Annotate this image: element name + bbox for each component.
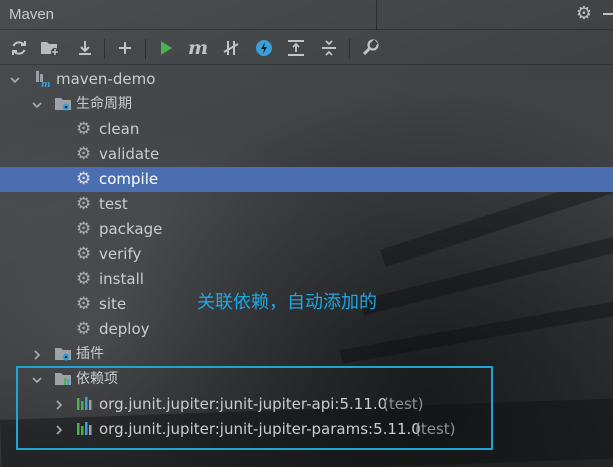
toolbar-divider <box>145 39 146 59</box>
chevron-down-icon[interactable] <box>31 99 43 111</box>
tool-window-title: Maven <box>9 6 55 23</box>
lifecycle-goal[interactable]: ⚙ deploy <box>0 317 613 342</box>
add-project-folder-icon[interactable] <box>39 37 61 59</box>
gear-icon: ⚙ <box>76 119 92 139</box>
chevron-right-icon[interactable] <box>31 349 43 361</box>
gear-icon: ⚙ <box>76 319 92 339</box>
lifecycle-goal[interactable]: ⚙ validate <box>0 142 613 167</box>
gear-icon[interactable]: ⚙ <box>574 4 594 24</box>
collapse-all-icon[interactable] <box>318 37 340 59</box>
maven-module-icon: m <box>36 71 51 88</box>
dependencies-highlight-box <box>16 366 493 450</box>
project-name: maven-demo <box>56 70 156 88</box>
goal-label: validate <box>99 145 160 163</box>
toolbar-divider <box>349 39 350 59</box>
goal-label: test <box>99 195 128 213</box>
execute-goal-icon[interactable]: m <box>187 37 209 59</box>
goal-label: package <box>99 220 163 238</box>
lifecycle-goal[interactable]: ⚙ package <box>0 217 613 242</box>
annotation-text: 关联依赖，自动添加的 <box>197 292 377 313</box>
title-bar: Maven ⚙ <box>0 0 613 30</box>
svg-text:m: m <box>41 80 51 88</box>
lifecycle-label: 生命周期 <box>76 96 132 112</box>
lifecycle-goal[interactable]: ⚙ verify <box>0 242 613 267</box>
gear-icon: ⚙ <box>76 294 92 314</box>
lifecycle-goal[interactable]: ⚙ test <box>0 192 613 217</box>
toggle-skip-tests-icon[interactable] <box>253 37 275 59</box>
plus-icon[interactable] <box>114 37 136 59</box>
gear-icon: ⚙ <box>76 194 92 214</box>
tree-item-plugins[interactable]: 插件 <box>0 342 613 367</box>
folder-gear-icon <box>55 348 71 361</box>
goal-label: compile <box>99 170 159 188</box>
gear-icon: ⚙ <box>76 219 92 239</box>
download-icon[interactable] <box>74 37 96 59</box>
goal-label: site <box>99 295 127 313</box>
minimize-icon[interactable] <box>603 13 613 15</box>
tree-item-lifecycle[interactable]: 生命周期 <box>0 92 613 117</box>
gear-icon: ⚙ <box>76 169 92 189</box>
maven-toolbar: m <box>0 31 613 65</box>
reload-icon[interactable] <box>8 37 30 59</box>
lifecycle-goal[interactable]: ⚙ clean <box>0 117 613 142</box>
lifecycle-goal-selected[interactable]: ⚙ compile <box>0 167 613 192</box>
gear-icon: ⚙ <box>76 244 92 264</box>
folder-gear-icon <box>55 98 71 111</box>
goal-label: install <box>99 270 144 288</box>
show-dependencies-icon[interactable] <box>285 37 307 59</box>
toolbar-divider <box>104 39 105 59</box>
goal-label: clean <box>99 120 140 138</box>
tree-item-project[interactable]: m maven-demo <box>0 67 613 92</box>
goal-label: deploy <box>99 320 150 338</box>
gear-icon: ⚙ <box>76 144 92 164</box>
settings-wrench-icon[interactable] <box>359 37 381 59</box>
chevron-down-icon[interactable] <box>9 74 21 86</box>
title-divider <box>376 0 377 30</box>
goal-label: verify <box>99 245 142 263</box>
plugins-label: 插件 <box>76 346 104 362</box>
gear-icon: ⚙ <box>76 269 92 289</box>
run-icon[interactable] <box>155 37 177 59</box>
maven-tool-window: Maven ⚙ m m maven-demo 生命周期 ⚙ clean ⚙ va… <box>0 0 613 467</box>
toggle-offline-icon[interactable] <box>220 37 242 59</box>
